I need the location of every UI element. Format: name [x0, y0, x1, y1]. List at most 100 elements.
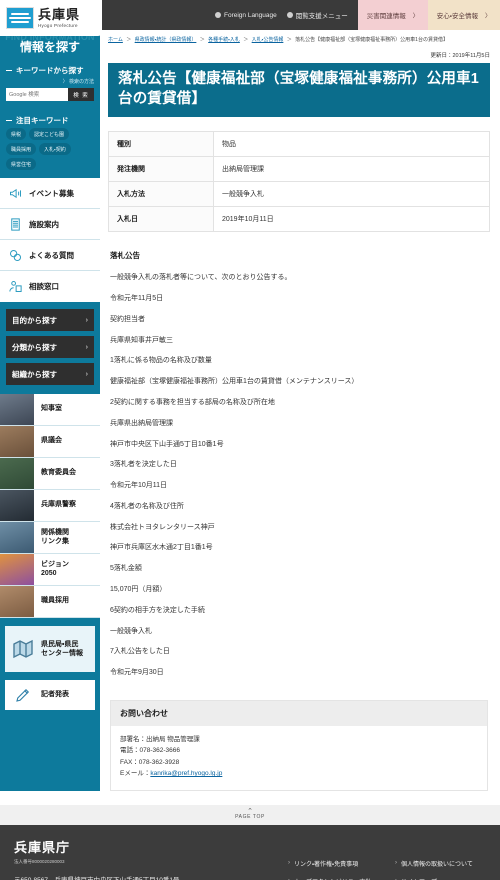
thumbnail-image — [0, 426, 34, 457]
breadcrumb-separator: ＞ — [243, 37, 249, 43]
page-root: 兵庫県 Hyogo Prefecture Foreign Language 閲覧… — [0, 0, 500, 880]
contact-box: お問い合わせ 部署名：出納局 物品管理課 電話：078-362-3666 FAX… — [110, 700, 488, 791]
keyword-tag[interactable]: 県営住宅 — [6, 158, 37, 170]
sidebar-item-by-purpose[interactable]: 目的から探す › — [6, 309, 94, 331]
sidebar-item-recruitment[interactable]: 職員採用 — [0, 586, 100, 618]
sidebar-item-faq[interactable]: よくある質問 — [0, 240, 100, 271]
sidebar-item-label: 記者発表 — [41, 691, 69, 699]
sidebar-item-events[interactable]: イベント募集 — [0, 178, 100, 209]
sidebar-item-label: ビジョン 2050 — [41, 560, 69, 577]
building-icon — [8, 217, 23, 232]
disaster-info-label: 災害関連情報 — [366, 13, 406, 20]
search-section-title: キーワードから探す — [0, 59, 100, 78]
article-paragraph: 6契約の相手方を決定した手続 — [110, 606, 205, 614]
contact-department: 部署名：出納局 物品管理課 — [120, 736, 200, 744]
table-row: 種別 物品 — [108, 131, 490, 158]
breadcrumb-separator: ＞ — [199, 37, 205, 43]
table-data-cell: 出納局管理課 — [213, 156, 490, 183]
footer-link-label: リンク・著作権・免責事項 — [294, 861, 359, 868]
article-paragraph: 7入札公告をした日 — [110, 648, 170, 656]
sidebar-item-label: 兵庫県警察 — [41, 501, 76, 509]
foreign-language-link[interactable]: Foreign Language — [214, 12, 277, 19]
search-help-link[interactable]: 〉 検索の方法 — [0, 78, 100, 88]
contact-email-link[interactable]: kanrika@pref.hyogo.lg.jp — [150, 770, 222, 777]
contact-email-label: Eメール： — [120, 770, 151, 778]
sidebar-item-label: 目的から探す — [12, 315, 57, 325]
sidebar-item-by-organization[interactable]: 組織から探す › — [6, 363, 94, 385]
chevron-right-icon: 〉 — [484, 13, 491, 20]
footer-link-column-2: › 個人情報の取扱いについて › サイトマップ — [395, 859, 473, 880]
breadcrumb-item-bid-info[interactable]: 入札・公告情報 — [252, 37, 284, 43]
main-content: ホーム ＞ 県政情報・統計（県政情報） ＞ 各種手続・入札 ＞ 入札・公告情報 … — [100, 30, 500, 791]
breadcrumb-item-govinfo[interactable]: 県政情報・統計（県政情報） — [135, 37, 197, 43]
article-paragraph: 兵庫県出納局管理課 — [110, 419, 173, 427]
safety-info-button[interactable]: 安心・安全情報 〉 — [427, 0, 500, 30]
breadcrumb: ホーム ＞ 県政情報・統計（県政情報） ＞ 各種手続・入札 ＞ 入札・公告情報 … — [108, 30, 490, 51]
sidebar-item-label: 県議会 — [41, 437, 62, 445]
breadcrumb-separator: ＞ — [126, 37, 132, 43]
breadcrumb-item-procedures[interactable]: 各種手続・入札 — [208, 37, 240, 43]
sidebar-item-by-category[interactable]: 分類から探す › — [6, 336, 94, 358]
article-paragraph: 2契約に関する事務を担当する部局の名称及び所在地 — [110, 398, 275, 406]
sidebar-item-press-release[interactable]: 記者発表 — [5, 680, 95, 710]
sidebar-item-board-of-education[interactable]: 教育委員会 — [0, 458, 100, 490]
accessibility-menu-link[interactable]: 閲覧支援メニュー — [286, 10, 348, 20]
footer-link-label: ウェブアクセシビリティ方針 — [294, 877, 371, 880]
article-paragraph: 株式会社トヨタレンタリース神戸 — [110, 523, 215, 531]
article-paragraph: 1落札に係る物品の名称及び数量 — [110, 357, 212, 365]
footer-link-privacy[interactable]: › 個人情報の取扱いについて — [395, 859, 473, 868]
chevron-right-icon: › — [85, 316, 88, 324]
sidebar-item-related-links[interactable]: 関係機関 リンク集 — [0, 522, 100, 554]
sidebar: FIND INFORMATION 情報を探す キーワードから探す 〉 検索の方法… — [0, 30, 100, 791]
sidebar-item-facilities[interactable]: 施設案内 — [0, 209, 100, 240]
table-data-cell: 物品 — [213, 131, 490, 158]
article-paragraph: 神戸市兵庫区水木通2丁目1番1号 — [110, 544, 213, 552]
page-top-button[interactable]: ⌃ PAGE TOP — [0, 804, 500, 825]
table-header-cell: 種別 — [108, 131, 214, 158]
contact-fax: FAX：078-362-3928 — [120, 758, 180, 766]
footer-link-copyright-policy[interactable]: › リンク・著作権・免責事項 — [288, 859, 371, 868]
sidebar-item-police[interactable]: 兵庫県警察 — [0, 490, 100, 522]
footer-link-sitemap[interactable]: › サイトマップ — [395, 877, 473, 880]
article-paragraph: 令和元年9月30日 — [110, 669, 164, 677]
keyword-section-title: 注目キーワード — [0, 109, 100, 128]
dash-icon — [6, 119, 12, 122]
article-paragraph: 契約担当者 — [110, 315, 145, 323]
site-logo[interactable]: 兵庫県 Hyogo Prefecture — [0, 0, 102, 36]
sidebar-item-consultation[interactable]: 相談窓口 — [0, 271, 100, 302]
keyword-tag[interactable]: 認定こども園 — [29, 128, 70, 140]
site-header: 兵庫県 Hyogo Prefecture Foreign Language 閲覧… — [0, 0, 500, 36]
table-header-cell: 発注機関 — [108, 156, 214, 183]
footer-link-accessibility[interactable]: › ウェブアクセシビリティ方針 — [288, 877, 371, 880]
article-body: 落札公告 一般競争入札の落札者等について、次のとおり公告する。 令和元年11月5… — [108, 232, 490, 678]
article-paragraph: 兵庫県知事井戸敏三 — [110, 336, 173, 344]
map-icon — [5, 637, 41, 661]
article-paragraph: 令和元年10月11日 — [110, 482, 168, 490]
sidebar-item-governor-office[interactable]: 知事室 — [0, 394, 100, 426]
table-header-cell: 入札日 — [108, 206, 214, 233]
search-button[interactable]: 検 索 — [68, 88, 94, 101]
table-row: 発注機関 出納局管理課 — [108, 156, 490, 183]
table-data-cell: 一般競争入札 — [213, 181, 490, 208]
search-input[interactable] — [6, 88, 68, 101]
article-paragraph: 神戸市中央区下山手通5丁目10番1号 — [110, 440, 224, 448]
keyword-tag[interactable]: 入札・契約 — [39, 143, 71, 155]
sidebar-item-label: 知事室 — [41, 405, 62, 413]
breadcrumb-current: 落札公告【健康福祉部（宝塚健康福祉事務所）公用車1台の賃貸借】 — [295, 37, 448, 43]
globe-icon — [214, 12, 221, 18]
page-top-label: PAGE TOP — [235, 814, 265, 821]
article-paragraph: 3落札者を決定した日 — [110, 461, 177, 469]
keyword-tag[interactable]: 職員採用 — [6, 143, 37, 155]
article-paragraph: 健康福祉部（宝塚健康福祉事務所）公用車1台の賃貸借（メンテナンスリース） — [110, 378, 359, 386]
sidebar-quick-menu: イベント募集 施設案内 よくある質問 相談窓口 — [0, 178, 100, 302]
page-title: 落札公告【健康福祉部（宝塚健康福祉事務所）公用車1台の賃貸借】 — [108, 63, 490, 118]
disaster-info-button[interactable]: 災害関連情報 〉 — [357, 0, 428, 30]
sidebar-item-assembly[interactable]: 県議会 — [0, 426, 100, 458]
site-footer: 兵庫県庁 法人番号8000020280003 〒650-8567 兵庫県神戸市中… — [0, 824, 500, 880]
sidebar-item-vision-2050[interactable]: ビジョン 2050 — [0, 554, 100, 586]
sidebar-item-regional-center[interactable]: 県民局・県民 センター情報 — [5, 626, 95, 672]
article-paragraph: 4落札者の名称及び住所 — [110, 502, 184, 510]
breadcrumb-item-home[interactable]: ホーム — [108, 37, 123, 43]
keyword-tag[interactable]: 県税 — [6, 128, 27, 140]
hyogo-wave-logo-icon — [6, 7, 34, 29]
